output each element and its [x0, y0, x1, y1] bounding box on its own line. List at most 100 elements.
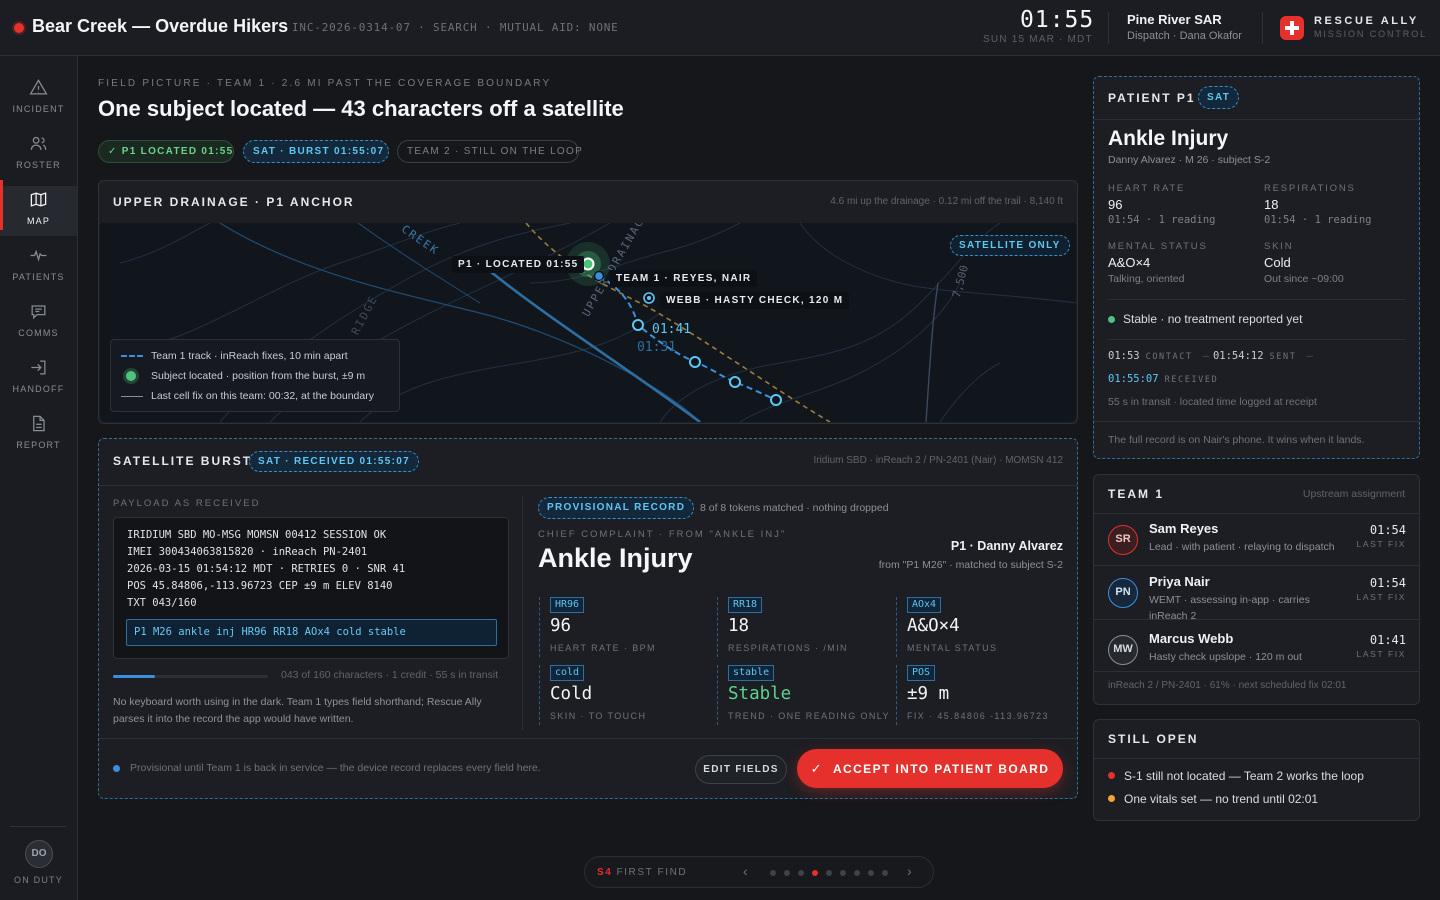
- parsed-field-heart-rate[interactable]: HR96 96 HEART RATE · BPM: [539, 597, 699, 657]
- chief-complaint: Ankle Injury: [538, 543, 693, 573]
- field-caption: HEART RATE · BPM: [550, 643, 656, 653]
- last-fix-label: LAST FIX: [1356, 539, 1406, 549]
- field-caption: SKIN · TO TOUCH: [550, 711, 647, 721]
- patient-identity: P1 · Danny Alvarez: [950, 539, 1063, 553]
- webb-marker-label[interactable]: WEBB · HASTY CHECK, 120 M: [660, 292, 850, 309]
- dashed-line-icon: [121, 355, 143, 358]
- token: RR18: [728, 597, 763, 613]
- org-name: Pine River SAR: [1127, 12, 1222, 27]
- parsed-field-skin[interactable]: cold Cold SKIN · TO TOUCH: [539, 665, 699, 725]
- legend-item: Last cell fix on this team: 00:32, at th…: [121, 390, 374, 402]
- field-value: 96: [550, 616, 572, 636]
- avatar[interactable]: DO: [25, 840, 53, 868]
- pager-dot[interactable]: [798, 870, 804, 876]
- sidebar-item-handoff[interactable]: HANDOFF: [0, 354, 77, 404]
- team-title: TEAM 1: [1108, 487, 1165, 501]
- divider: [1094, 513, 1419, 514]
- sidebar-item-map[interactable]: MAP: [0, 180, 77, 236]
- field-caption: FIX · 45.84806 -113.96723: [907, 711, 1049, 721]
- open-item[interactable]: S-1 still not located — Team 2 works the…: [1108, 769, 1364, 783]
- parsed-field-position[interactable]: POS ±9 m FIX · 45.84806 -113.96723: [896, 665, 1056, 725]
- pager-dot[interactable]: [868, 870, 874, 876]
- pager-dot[interactable]: [840, 870, 846, 876]
- ridge-label: RIDGE: [349, 293, 381, 337]
- pager-dot[interactable]: [882, 870, 888, 876]
- vital-sub: 01:54 · 1 reading: [1264, 214, 1372, 226]
- member-last-fix-time: 01:54: [1369, 576, 1406, 590]
- patient-details: Danny Alvarez · M 26 · subject S-2: [1108, 154, 1271, 166]
- field-caption: TREND · ONE READING ONLY: [728, 711, 890, 721]
- payload-explainer: No keyboard worth using in the dark. Tea…: [113, 696, 482, 725]
- satellite-only-badge: SATELLITE ONLY: [950, 235, 1070, 256]
- page-eyebrow: FIELD PICTURE · TEAM 1 · 2.6 MI PAST THE…: [98, 78, 552, 89]
- pager-dot[interactable]: [812, 870, 818, 876]
- payload-line: 2026-03-15 01:54:12 MDT · RETRIES 0 · SN…: [127, 563, 406, 575]
- device-status: inReach 2 / PN-2401 · 61% · next schedul…: [1108, 680, 1347, 691]
- legend-item: Team 1 track · inReach fixes, 10 min apa…: [121, 350, 348, 362]
- team-member-row[interactable]: SR Sam Reyes Lead · with patient · relay…: [1094, 517, 1420, 567]
- payload-line: TXT 043/160: [127, 597, 197, 609]
- patient-id: PATIENT P1: [1108, 91, 1196, 105]
- map-canvas[interactable]: CREEK RIDGE UPPER DRAINAGE 7,500 01:41 0…: [100, 223, 1076, 422]
- divider: [1094, 619, 1419, 620]
- divider: [1094, 119, 1419, 120]
- token: POS: [907, 665, 936, 681]
- vital-value: A&O×4: [1108, 255, 1151, 270]
- sidebar-item-incident[interactable]: INCIDENT: [0, 74, 77, 124]
- received-badge: SAT · RECEIVED 01:55:07: [249, 451, 419, 472]
- sidebar-item-roster[interactable]: ROSTER: [0, 130, 77, 180]
- still-open-panel: STILL OPEN S-1 still not located — Team …: [1093, 719, 1420, 821]
- check-icon: ✓: [810, 761, 823, 776]
- vital-label: SKIN: [1264, 241, 1294, 252]
- map-note: 4.6 mi up the drainage · 0.12 mi off the…: [830, 196, 1063, 207]
- sidebar-item-report[interactable]: REPORT: [0, 410, 77, 460]
- member-name: Priya Nair: [1149, 574, 1210, 589]
- provisional-note: Provisional until Team 1 is back in serv…: [130, 762, 541, 774]
- field-value: ±9 m: [907, 684, 950, 704]
- burst-title: SATELLITE BURST: [113, 454, 253, 468]
- token: AOx4: [907, 597, 942, 613]
- chevron-left-icon[interactable]: ‹: [743, 863, 748, 879]
- clock-date: SUN 15 MAR · MDT: [983, 34, 1093, 45]
- brand-subtitle: MISSION CONTROL: [1314, 29, 1428, 39]
- page-title: One subject located — 43 characters off …: [98, 96, 624, 121]
- open-item[interactable]: One vitals set — no trend until 02:01: [1108, 792, 1318, 806]
- patient-panel: PATIENT P1 SAT Ankle Injury Danny Alvare…: [1093, 76, 1420, 459]
- team1-marker-label[interactable]: TEAM 1 · REYES, NAIR: [610, 270, 758, 287]
- divider: [522, 496, 523, 730]
- people-icon: [30, 136, 47, 150]
- member-role: Hasty check upslope · 120 m out: [1149, 651, 1302, 663]
- divider: [1094, 671, 1419, 672]
- sidebar-item-label: HANDOFF: [12, 384, 65, 394]
- document-icon: [33, 415, 45, 432]
- p1-marker-label[interactable]: P1 · LOCATED 01:55: [452, 256, 585, 273]
- sidebar-item-patients[interactable]: PATIENTS: [0, 242, 77, 292]
- pager-dot[interactable]: [770, 870, 776, 876]
- team-member-row[interactable]: MW Marcus Webb Hasty check upslope · 120…: [1094, 627, 1420, 677]
- payload-label: PAYLOAD AS RECEIVED: [113, 498, 261, 509]
- sidebar-item-comms[interactable]: COMMS: [0, 298, 77, 348]
- member-last-fix-time: 01:54: [1369, 523, 1406, 537]
- vital-value: 96: [1108, 197, 1123, 212]
- edit-fields-button[interactable]: EDIT FIELDS: [695, 755, 787, 784]
- pager-dot[interactable]: [826, 870, 832, 876]
- chevron-right-icon[interactable]: ›: [907, 863, 912, 879]
- field-value: Stable: [728, 684, 792, 704]
- divider: [1094, 421, 1419, 422]
- parsed-field-mental-status[interactable]: AOx4 A&O×4 MENTAL STATUS: [896, 597, 1056, 657]
- pager-dot[interactable]: [854, 870, 860, 876]
- parsed-field-respirations[interactable]: RR18 18 RESPIRATIONS · /MIN: [717, 597, 877, 657]
- parsed-field-trend[interactable]: stable Stable TREND · ONE READING ONLY: [717, 665, 889, 725]
- status-badge-located: ✓ P1 LOCATED 01:55: [98, 140, 234, 163]
- dispatcher: Dispatch · Dana Okafor: [1127, 30, 1242, 42]
- timeline-received: 01:55:07 RECEIVED: [1108, 373, 1219, 385]
- member-role: Lead · with patient · relaying to dispat…: [1149, 541, 1335, 553]
- vital-label: HEART RATE: [1108, 183, 1186, 194]
- accept-into-patient-board-button[interactable]: ✓ ACCEPT INTO PATIENT BOARD: [797, 749, 1063, 788]
- vital-value: Cold: [1264, 255, 1291, 270]
- vital-value: 18: [1264, 197, 1279, 212]
- last-fix-label: LAST FIX: [1356, 592, 1406, 602]
- handoff-icon: [31, 360, 46, 375]
- pager-dot[interactable]: [784, 870, 790, 876]
- team-member-row[interactable]: PN Priya Nair WEMT · assessing in-app · …: [1094, 570, 1420, 622]
